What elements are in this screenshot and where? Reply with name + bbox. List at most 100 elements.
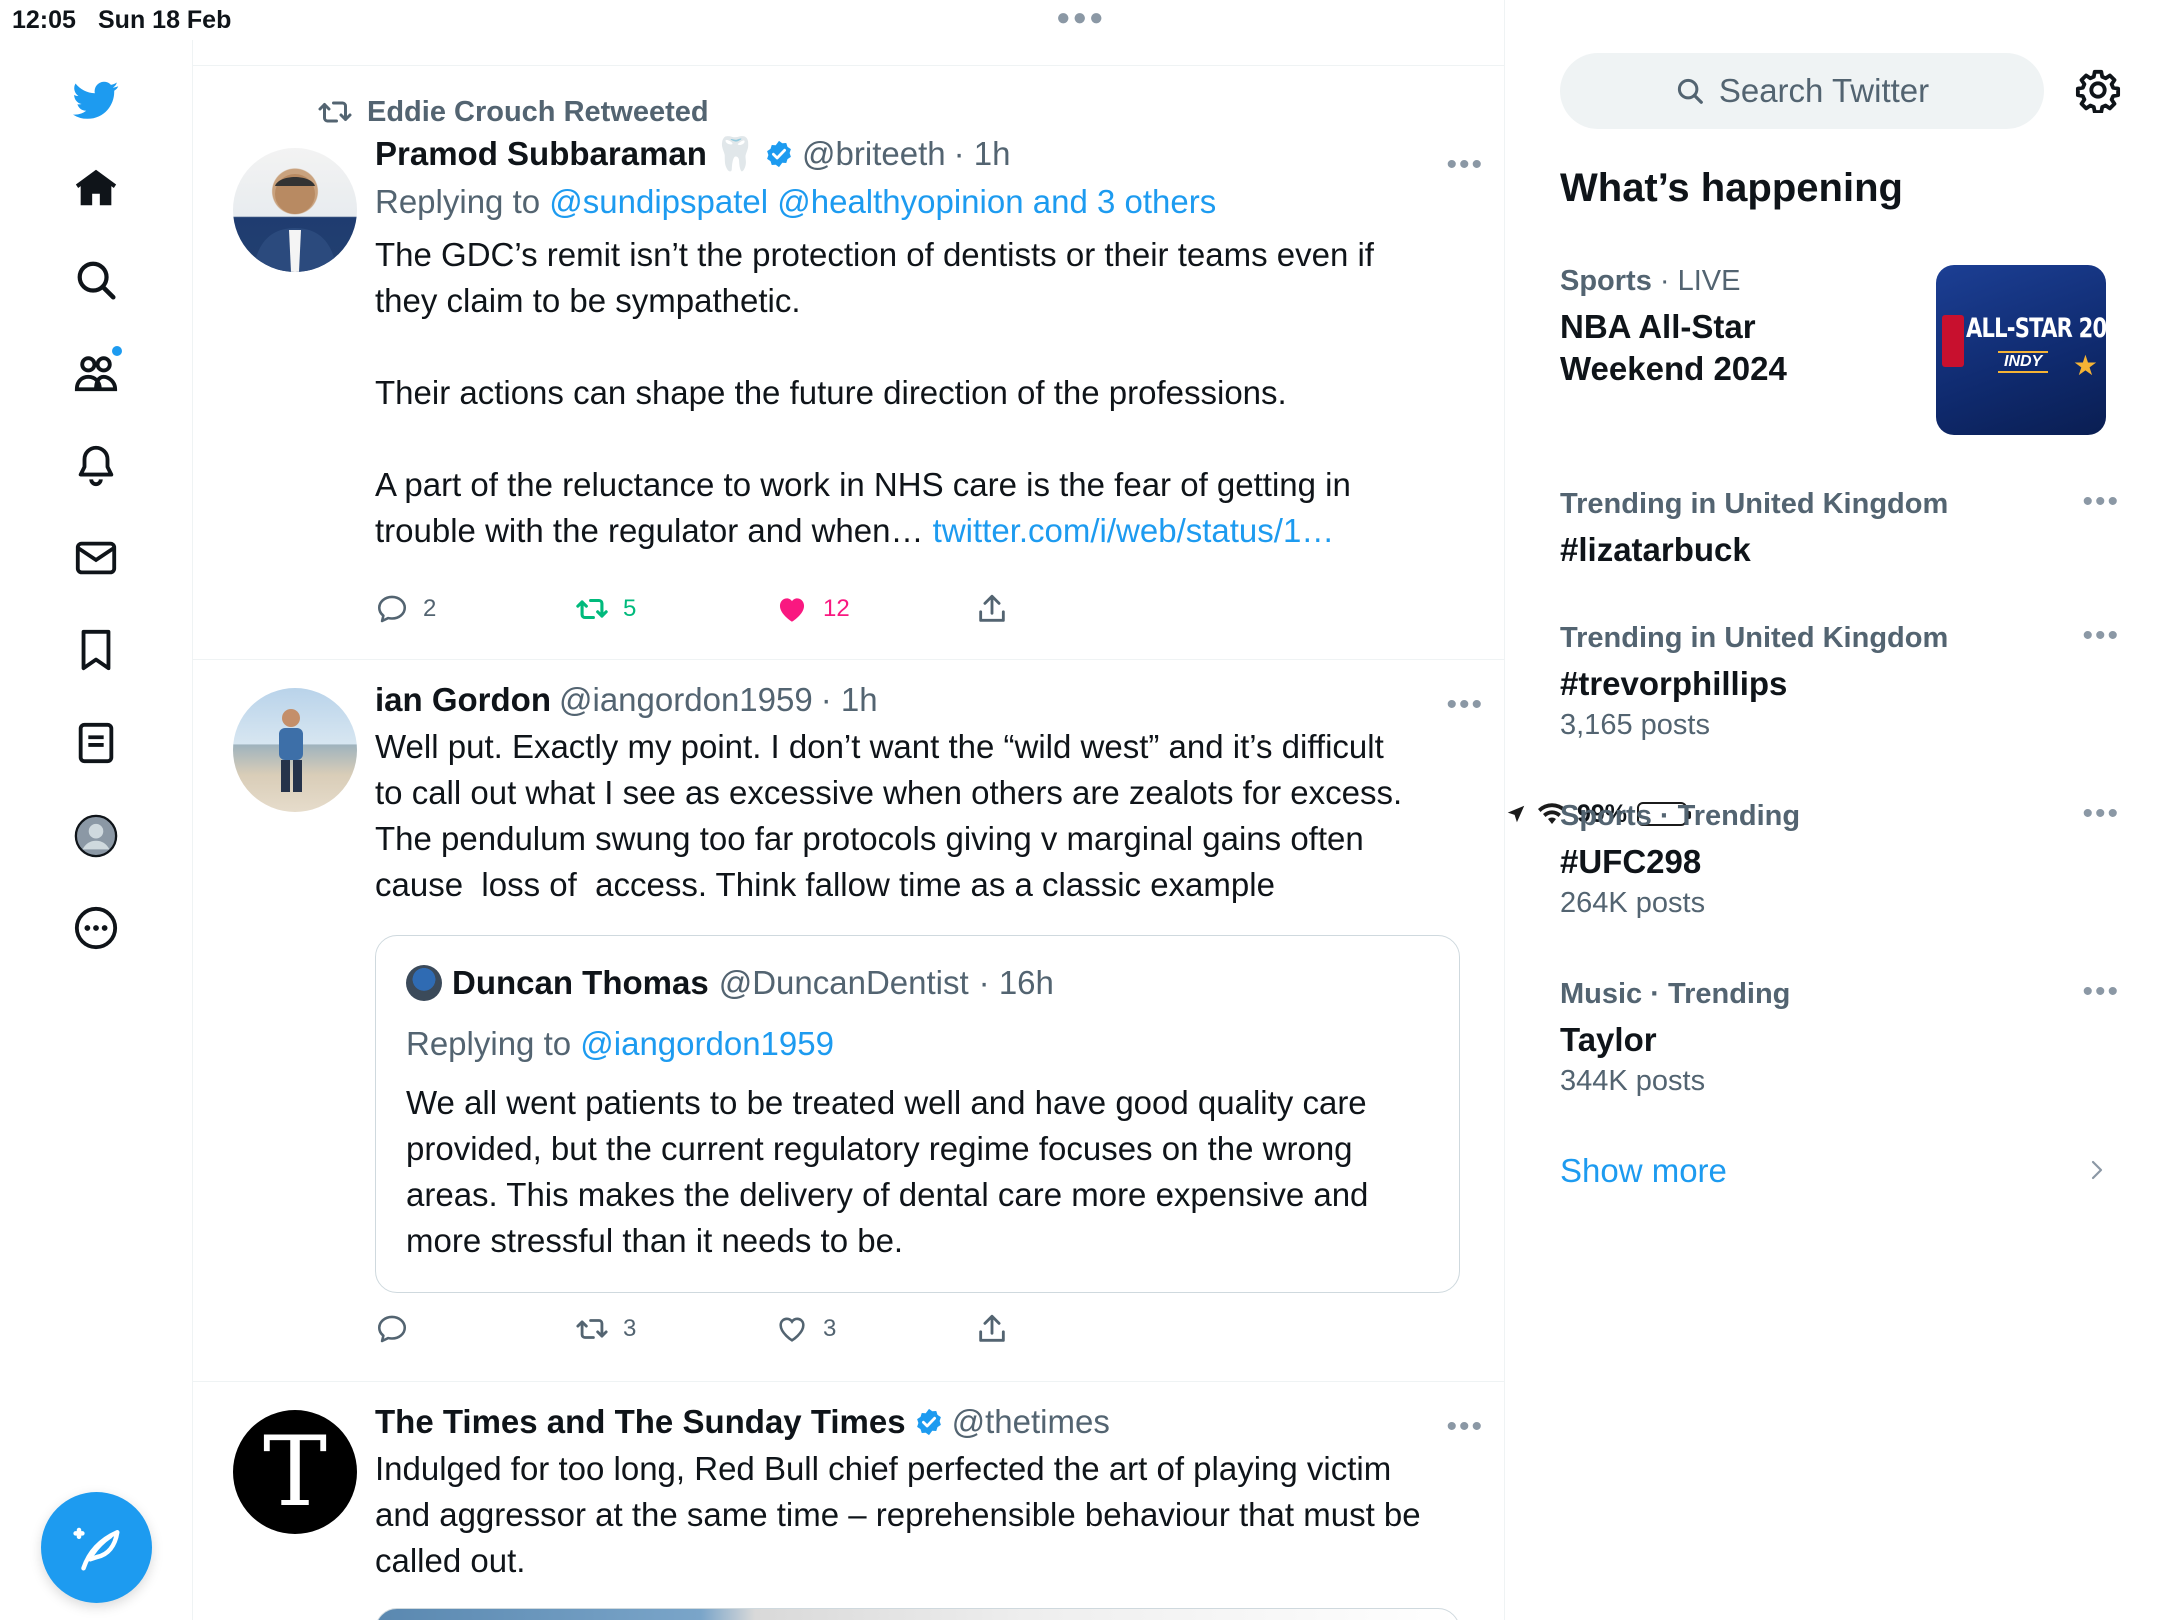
author-avatar[interactable] (233, 688, 357, 812)
author-handle[interactable]: @thetimes (952, 1402, 1110, 1442)
trend-more-icon[interactable]: ••• (2082, 797, 2120, 831)
trend-post-count: 344K posts (1560, 1065, 1706, 1097)
trend-post-count: 264K posts (1560, 887, 1706, 919)
trend-category: Trending in United Kingdom (1560, 622, 1949, 654)
tweet[interactable]: ian Gordon @iangordon1959 · 1h Well put.… (193, 660, 1504, 1382)
author-name[interactable]: The Times and The Sunday Times (375, 1402, 906, 1442)
trend-more-icon[interactable]: ••• (2082, 619, 2120, 653)
trend-name: Taylor (1560, 1021, 1657, 1058)
star-icon: ★ (2072, 350, 2098, 381)
tweet-more-menu-icon[interactable]: ••• (1446, 1410, 1484, 1444)
explore-search-icon[interactable] (66, 250, 126, 310)
tweet-actions: 3 3 (375, 1312, 1075, 1352)
more-options-icon[interactable] (66, 898, 126, 958)
trend-more-icon[interactable]: ••• (2082, 485, 2120, 519)
trend-category: Music · Trending (1560, 978, 1791, 1010)
share-button[interactable] (975, 1312, 1009, 1346)
show-more-link[interactable]: Show more (1560, 1152, 1727, 1190)
tweet-more-menu-icon[interactable]: ••• (1446, 148, 1484, 182)
quoted-tweet-text: We all went patients to be treated well … (406, 1084, 1369, 1259)
retweet-icon (318, 101, 352, 123)
tweet-text: Well put. Exactly my point. I don’t want… (375, 728, 1403, 903)
communities-icon[interactable] (66, 342, 126, 402)
settings-gear-icon[interactable] (2075, 67, 2121, 113)
trend-item[interactable]: Sports · Trending #UFC298 264K posts ••• (1560, 797, 2120, 923)
tweet-link[interactable]: twitter.com/i/web/status/1… (933, 512, 1335, 549)
reply-button[interactable]: 2 (375, 592, 436, 626)
trend-image-nba-all-star[interactable]: ALL-STAR 2024 INDY ★ (1936, 265, 2106, 435)
share-icon (979, 1314, 1005, 1342)
author-handle[interactable]: @briteeth (802, 134, 946, 174)
notification-dot (112, 346, 122, 356)
retweet-button[interactable]: 3 (575, 1312, 636, 1346)
tweet-media-preview[interactable] (375, 1608, 1460, 1620)
like-button[interactable]: 3 (775, 1312, 836, 1346)
bookmarks-icon[interactable] (66, 620, 126, 680)
lists-icon[interactable] (66, 713, 126, 773)
quoted-author-avatar (406, 965, 442, 1001)
tweet-header: ian Gordon @iangordon1959 · 1h (375, 680, 1464, 720)
author-avatar[interactable]: T (233, 1410, 357, 1534)
twitter-bird-icon[interactable] (66, 70, 126, 130)
quoted-replying-mention[interactable]: @iangordon1959 (580, 1025, 834, 1062)
tweet-body: ian Gordon @iangordon1959 · 1h Well put.… (375, 680, 1464, 908)
tweet-time[interactable]: · 1h (954, 134, 1011, 174)
replying-to-prefix: Replying to (375, 183, 550, 220)
left-nav (0, 40, 193, 1620)
share-icon (979, 594, 1005, 622)
profile-avatar-icon[interactable] (66, 806, 126, 866)
trend-name: #lizatarbuck (1560, 531, 1751, 568)
tweet-header: The Times and The Sunday Times @thetimes (375, 1402, 1464, 1442)
verified-badge-icon (767, 140, 791, 168)
author-name[interactable]: ian Gordon (375, 680, 551, 720)
trend-item[interactable]: Trending in United Kingdom #lizatarbuck … (1560, 485, 2120, 571)
trend-name: #trevorphillips (1560, 665, 1788, 702)
trend-more-icon[interactable]: ••• (2082, 975, 2120, 1009)
quoted-tweet[interactable]: Duncan Thomas @DuncanDentist · 16h Reply… (375, 935, 1460, 1293)
tweet-text: The GDC’s remit isn’t the protection of … (375, 232, 1464, 554)
heart-filled-icon (779, 598, 805, 622)
tweet-time[interactable]: · 1h (821, 680, 878, 720)
reply-icon (377, 1315, 407, 1343)
reply-icon (377, 595, 407, 623)
quoted-author-handle: @DuncanDentist (718, 964, 969, 1001)
trend-item[interactable]: Trending in United Kingdom #trevorphilli… (1560, 619, 2120, 745)
reply-count: 2 (423, 595, 437, 622)
quoted-author-name: Duncan Thomas (452, 964, 709, 1001)
right-sidebar: Search Twitter What’s happening Sports ·… (1505, 0, 2160, 1620)
tooth-emoji: 🦷 (714, 135, 757, 172)
author-name[interactable]: Pramod Subbaraman (375, 134, 707, 174)
retweet-context-text: Eddie Crouch Retweeted (367, 95, 709, 128)
retweet-count: 5 (623, 595, 637, 622)
tweet-body: The Times and The Sunday Times @thetimes… (375, 1402, 1464, 1584)
notifications-bell-icon[interactable] (66, 435, 126, 495)
tweet[interactable]: T The Times and The Sunday Times @thetim… (193, 1382, 1504, 1620)
tweet[interactable]: Eddie Crouch Retweeted Pramod Subbaraman… (193, 66, 1504, 660)
tweet-header: Pramod Subbaraman 🦷 @briteeth · 1h (375, 134, 1464, 174)
replying-to-mentions[interactable]: @sundipspatel @healthyopinion and 3 othe… (549, 183, 1216, 220)
timeline-top-bar (193, 0, 1504, 66)
share-button[interactable] (975, 592, 1009, 626)
tweet-more-menu-icon[interactable]: ••• (1446, 688, 1484, 722)
trend-image-subtitle: INDY (1998, 351, 2049, 373)
trend-category: Sports · Trending (1560, 800, 1801, 832)
search-box[interactable]: Search Twitter (1560, 53, 2044, 129)
messages-envelope-icon[interactable] (66, 528, 126, 588)
author-avatar[interactable] (233, 148, 357, 272)
like-count: 3 (823, 1315, 837, 1342)
tweet-body: Pramod Subbaraman 🦷 @briteeth · 1h Reply… (375, 134, 1464, 554)
like-button[interactable]: 12 (775, 592, 850, 626)
quoted-replying-prefix: Replying to (406, 1025, 581, 1062)
reply-button[interactable] (375, 1312, 423, 1346)
nba-logo-icon (1942, 315, 1964, 367)
search-placeholder: Search Twitter (1718, 72, 1930, 109)
author-handle[interactable]: @iangordon1959 (559, 680, 813, 720)
trend-item[interactable]: Music · Trending Taylor 344K posts ••• (1560, 975, 2120, 1101)
timeline[interactable]: Eddie Crouch Retweeted Pramod Subbaraman… (193, 0, 1505, 1620)
retweet-icon (576, 1319, 608, 1339)
chevron-right-icon[interactable] (2085, 1158, 2109, 1182)
search-icon (1677, 78, 1703, 104)
home-icon[interactable] (66, 158, 126, 218)
retweet-button[interactable]: 5 (575, 592, 636, 626)
compose-tweet-button[interactable] (41, 1492, 152, 1603)
